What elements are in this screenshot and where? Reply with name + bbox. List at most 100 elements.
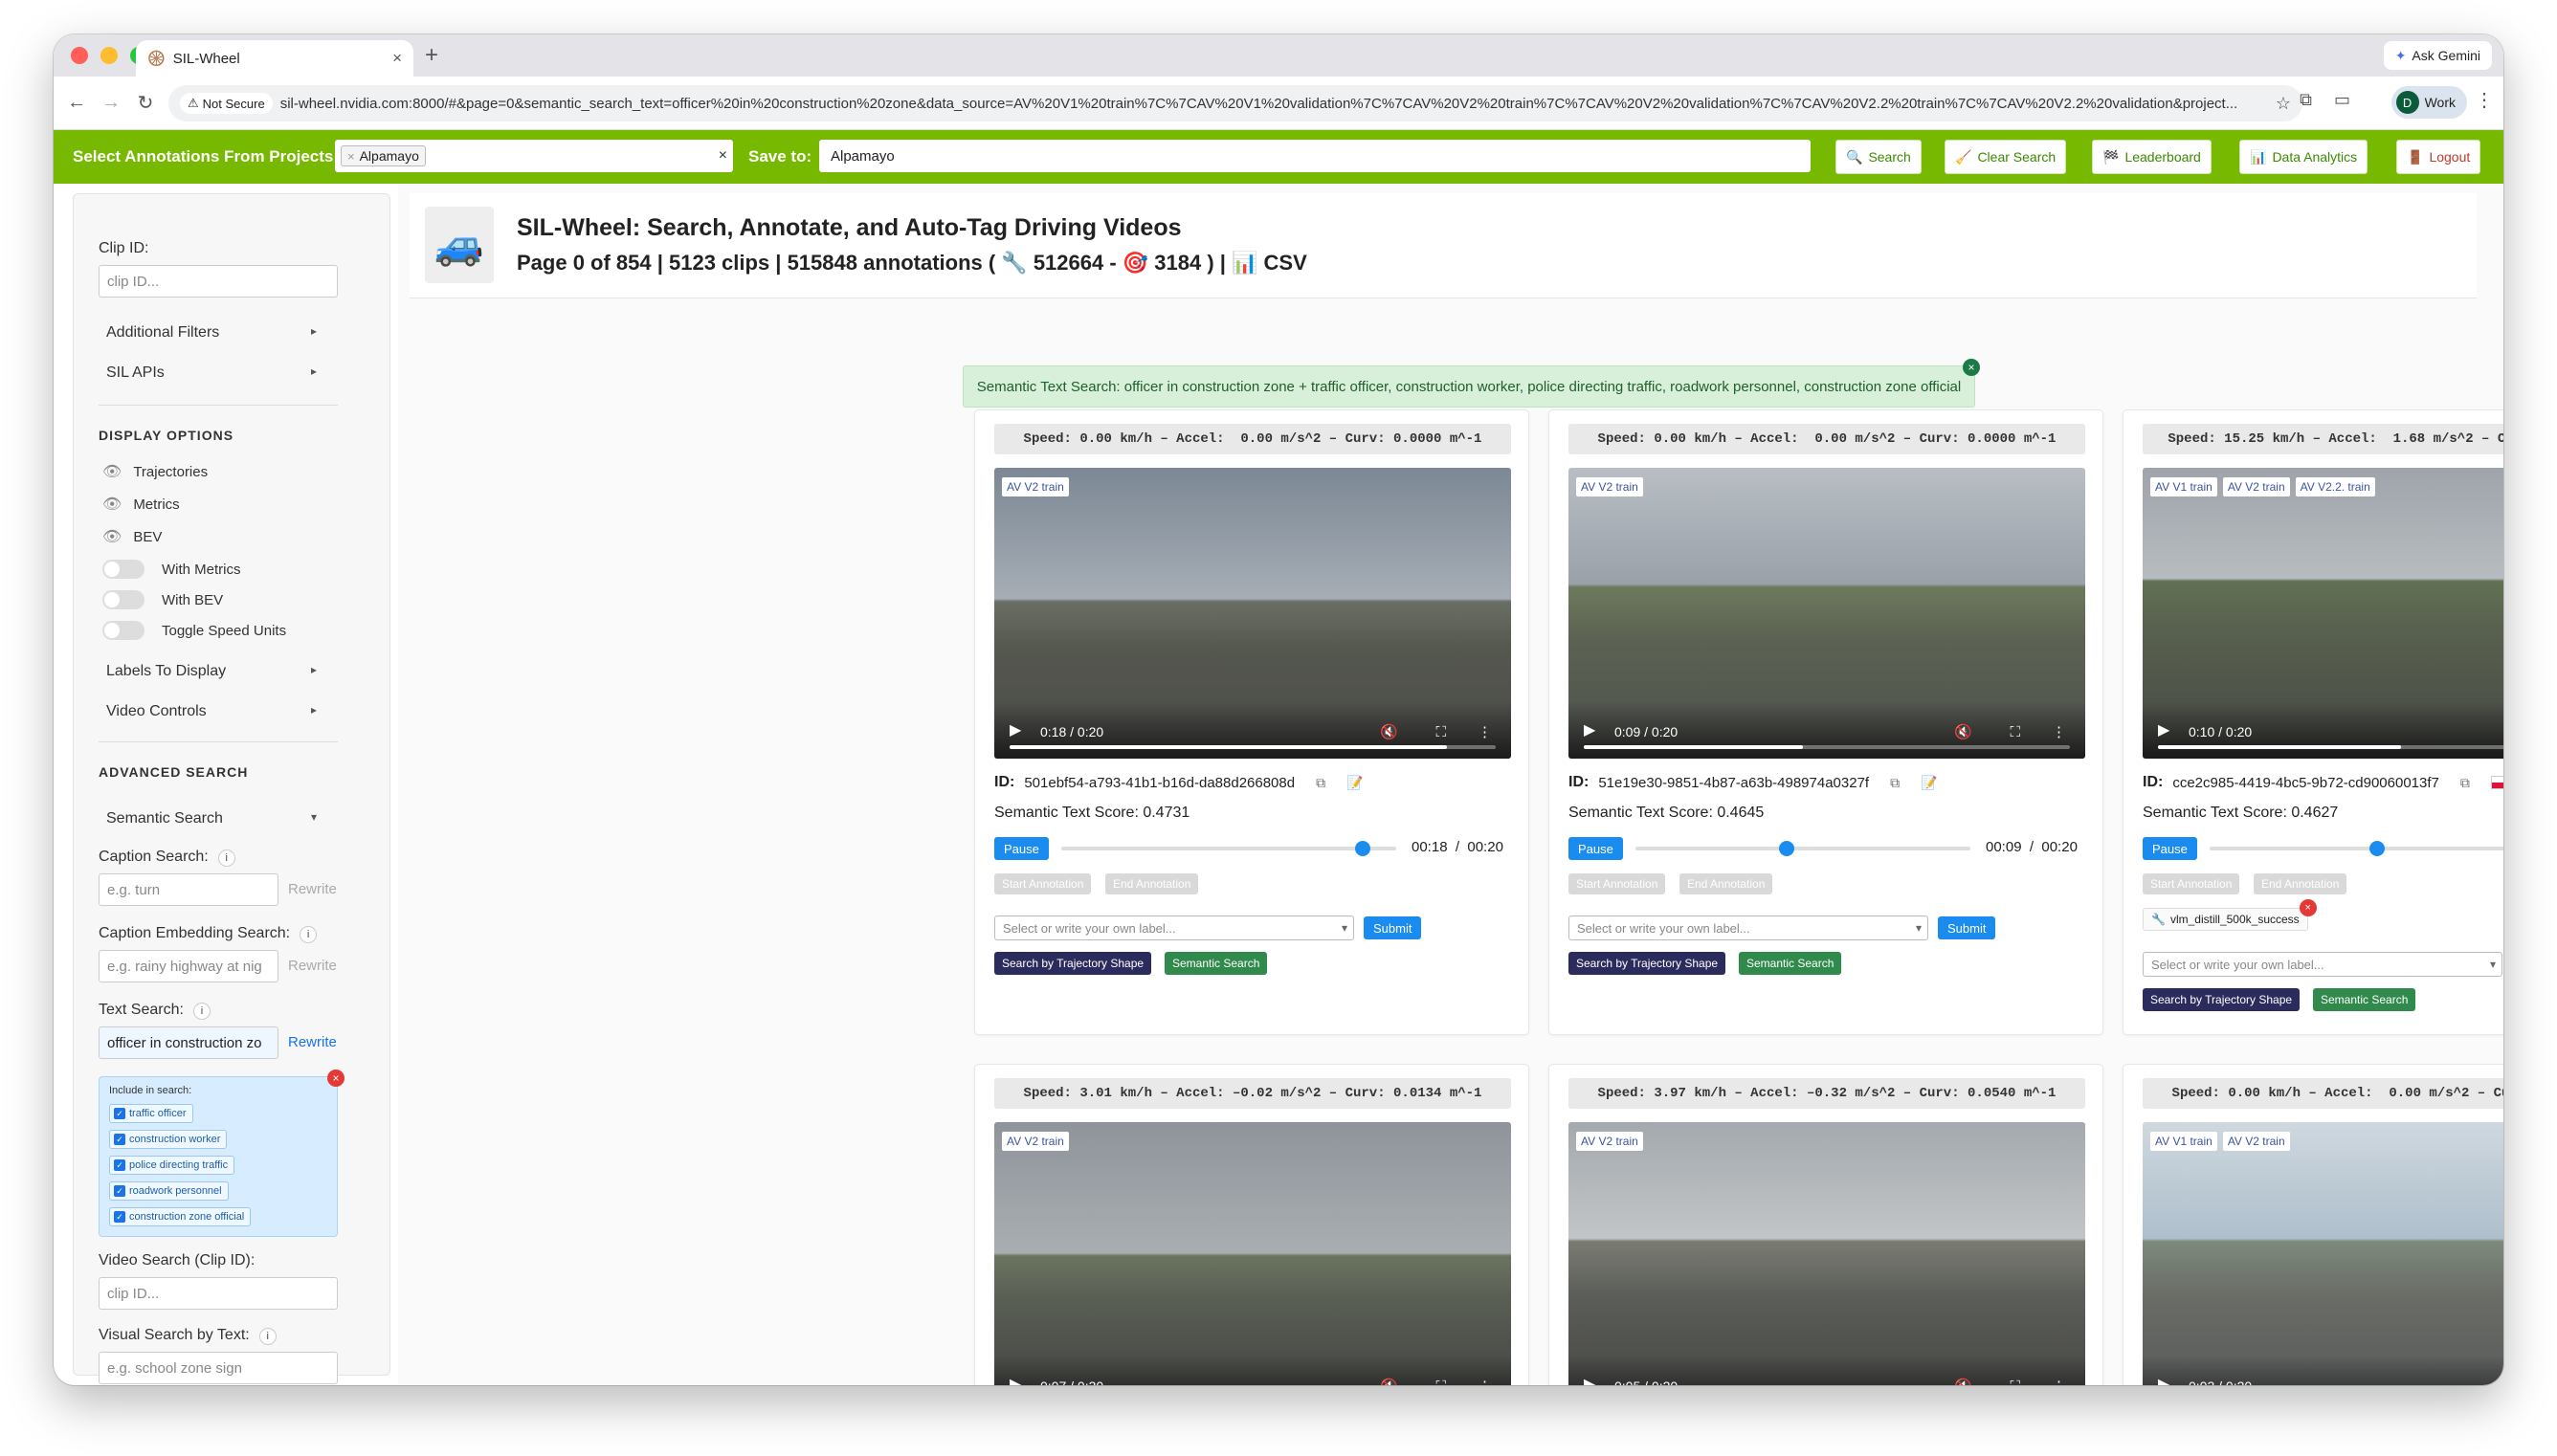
speed-units-switch[interactable]: Toggle Speed Units <box>102 621 286 640</box>
video-player[interactable]: AV V2 train ▶ 0:18 / 0:20 🔇 ⛶ ⋮ <box>994 468 1511 759</box>
pause-button[interactable]: Pause <box>994 837 1049 860</box>
video-player[interactable]: AV V2 train ▶ 0:07 / 0:30 🔇 ⛶ ⋮ <box>994 1122 1511 1385</box>
video-menu-icon[interactable]: ⋮ <box>1478 723 1492 740</box>
slider-knob[interactable] <box>1355 841 1370 856</box>
caption-search-input[interactable]: e.g. turn <box>99 873 278 906</box>
play-icon[interactable]: ▶ <box>1010 1375 1021 1385</box>
clip-id-input[interactable]: clip ID... <box>99 265 338 298</box>
caption-rewrite-button[interactable]: Rewrite <box>288 881 337 897</box>
embedding-rewrite-button[interactable]: Rewrite <box>288 958 337 974</box>
include-item[interactable]: ✓ police directing traffic <box>109 1156 235 1175</box>
fullscreen-icon[interactable]: ⛶ <box>2010 724 2020 740</box>
clear-search-button[interactable]: 🧹 Clear Search <box>1945 140 2067 174</box>
minimize-window-button[interactable] <box>100 47 118 64</box>
time-slider[interactable] <box>2210 841 2503 856</box>
video-menu-icon[interactable]: ⋮ <box>2052 1378 2066 1385</box>
end-annotation-button[interactable]: End Annotation <box>1105 873 1199 894</box>
submit-label-button[interactable]: Submit <box>1938 916 1996 939</box>
video-progress[interactable] <box>2158 745 2503 749</box>
extensions-icon[interactable]: ⧉ <box>2300 90 2312 110</box>
slider-knob[interactable] <box>1778 841 1794 856</box>
time-slider[interactable] <box>1061 841 1396 856</box>
url-bar[interactable]: ⚠ Not Secure sil-wheel.nvidia.com:8000/#… <box>168 85 2302 121</box>
video-progress[interactable] <box>1010 745 1496 749</box>
trajectory-search-button[interactable]: Search by Trajectory Shape <box>1568 952 1726 975</box>
labels-to-display-toggle[interactable]: Labels To Display ▸ <box>106 663 317 680</box>
fullscreen-icon[interactable]: ⛶ <box>1435 1379 1446 1385</box>
sidepanel-icon[interactable]: ▭ <box>2334 90 2350 110</box>
edit-note-icon[interactable]: 📝 <box>1346 775 1363 791</box>
semantic-search-button[interactable]: Semantic Search <box>2313 988 2416 1011</box>
bev-toggle[interactable]: 👁 BEV <box>102 527 162 546</box>
with-metrics-switch[interactable]: With Metrics <box>102 560 241 579</box>
not-secure-badge[interactable]: ⚠ Not Secure <box>180 93 273 114</box>
switch-track[interactable] <box>102 621 145 640</box>
play-icon[interactable]: ▶ <box>1010 720 1021 739</box>
clear-projects-icon[interactable]: × <box>719 147 727 165</box>
search-button[interactable]: 🔍 Search <box>1835 140 1922 174</box>
close-tab-icon[interactable]: × <box>392 49 402 68</box>
fullscreen-icon[interactable]: ⛶ <box>1435 724 1446 740</box>
data-analytics-button[interactable]: 📊 Data Analytics <box>2239 140 2368 174</box>
play-icon[interactable]: ▶ <box>1584 1375 1595 1385</box>
video-search-input[interactable]: clip ID... <box>99 1277 338 1310</box>
save-to-input[interactable]: Alpamayo <box>819 140 1811 172</box>
fullscreen-icon[interactable]: ⛶ <box>2010 1379 2020 1385</box>
trajectory-search-button[interactable]: Search by Trajectory Shape <box>994 952 1152 975</box>
remove-chip-icon[interactable]: × <box>347 149 355 164</box>
mute-icon[interactable]: 🔇 <box>1380 723 1398 740</box>
include-item[interactable]: ✓ roadwork personnel <box>109 1181 229 1201</box>
leaderboard-button[interactable]: 🏁 Leaderboard <box>2092 140 2212 174</box>
checkbox-checked-icon[interactable]: ✓ <box>114 1159 125 1171</box>
copy-icon[interactable]: ⧉ <box>1890 775 1900 791</box>
edit-note-icon[interactable]: 📝 <box>1921 775 1937 791</box>
forward-arrow-icon[interactable]: → <box>94 92 128 114</box>
video-player[interactable]: AV V1 train AV V2 train AV V2.2. train ▶ 0… <box>2143 468 2503 759</box>
close-banner-icon[interactable]: × <box>1963 359 1980 376</box>
include-item[interactable]: ✓ construction worker <box>109 1130 228 1149</box>
start-annotation-button[interactable]: Start Annotation <box>994 873 1092 894</box>
play-icon[interactable]: ▶ <box>2158 1375 2169 1385</box>
browser-tab[interactable]: 🛞 SIL-Wheel × <box>136 40 413 77</box>
label-select[interactable]: Select or write your own label... <box>1568 916 1928 940</box>
slider-knob[interactable] <box>2369 841 2385 856</box>
trajectory-search-button[interactable]: Search by Trajectory Shape <box>2143 988 2301 1011</box>
play-icon[interactable]: ▶ <box>1584 720 1595 739</box>
label-select[interactable]: Select or write your own label... <box>994 916 1354 940</box>
with-bev-switch[interactable]: With BEV <box>102 590 223 609</box>
start-annotation-button[interactable]: Start Annotation <box>1568 873 1666 894</box>
video-player[interactable]: AV V2 train ▶ 0:05 / 0:20 🔇 ⛶ ⋮ <box>1568 1122 2085 1385</box>
submit-label-button[interactable]: Submit <box>1364 916 1422 939</box>
trajectories-toggle[interactable]: 👁 Trajectories <box>102 462 208 481</box>
back-arrow-icon[interactable]: ← <box>59 92 94 114</box>
include-item[interactable]: ✓ traffic officer <box>109 1104 193 1123</box>
new-tab-icon[interactable]: + <box>425 42 438 69</box>
time-slider[interactable] <box>1635 841 1970 856</box>
reload-icon[interactable]: ↻ <box>128 91 163 115</box>
mute-icon[interactable]: 🔇 <box>1380 1378 1398 1385</box>
checkbox-checked-icon[interactable]: ✓ <box>114 1134 125 1145</box>
end-annotation-button[interactable]: End Annotation <box>1679 873 1773 894</box>
checkbox-checked-icon[interactable]: ✓ <box>114 1108 125 1119</box>
additional-filters-toggle[interactable]: Additional Filters ▸ <box>106 324 317 342</box>
metrics-toggle[interactable]: 👁 Metrics <box>102 495 180 514</box>
copy-icon[interactable]: ⧉ <box>2460 775 2470 791</box>
sil-apis-toggle[interactable]: SIL APIs ▸ <box>106 364 317 382</box>
video-player[interactable]: AV V1 train AV V2 train ▶ 0:03 / 0:20 🔇 ⛶… <box>2143 1122 2503 1385</box>
semantic-search-button[interactable]: Semantic Search <box>1739 952 1842 975</box>
pause-button[interactable]: Pause <box>2143 837 2197 860</box>
mute-icon[interactable]: 🔇 <box>1954 723 1972 740</box>
copy-icon[interactable]: ⧉ <box>1316 775 1325 791</box>
switch-track[interactable] <box>102 560 145 579</box>
checkbox-checked-icon[interactable]: ✓ <box>114 1211 125 1223</box>
ask-gemini-button[interactable]: ✦ Ask Gemini <box>2383 41 2492 70</box>
project-select[interactable]: × Alpamayo × <box>335 140 733 172</box>
text-rewrite-button[interactable]: Rewrite <box>288 1034 337 1050</box>
visual-search-input[interactable]: e.g. school zone sign <box>99 1352 338 1384</box>
caption-embedding-input[interactable]: e.g. rainy highway at nig <box>99 950 278 982</box>
label-select[interactable]: Select or write your own label... <box>2143 952 2502 977</box>
browser-menu-icon[interactable]: ⋮ <box>2475 88 2494 112</box>
info-icon[interactable]: i <box>300 926 318 943</box>
include-item[interactable]: ✓ construction zone official <box>109 1207 252 1226</box>
info-icon[interactable]: i <box>217 849 235 867</box>
